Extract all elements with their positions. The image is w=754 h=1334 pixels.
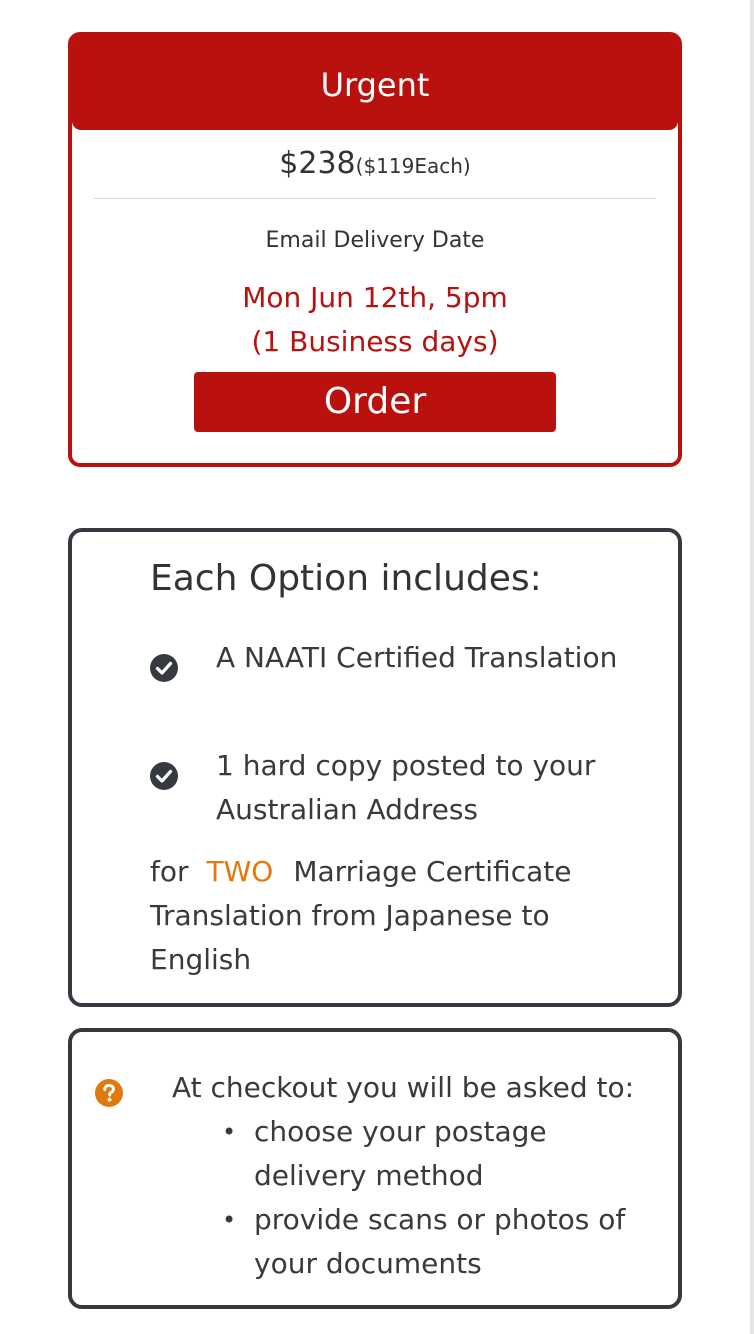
for-prefix: for — [150, 855, 189, 888]
delivery-label: Email Delivery Date — [265, 228, 485, 253]
includes-title: Each Option includes: — [150, 558, 542, 599]
include-item-text: 1 hard copy posted to your Australian Ad… — [216, 749, 596, 826]
list-item: • provide scans or photos of your docume… — [222, 1198, 642, 1286]
business-days: (1 Business days) — [251, 325, 499, 358]
checkout-intro: At checkout you will be asked to: — [172, 1071, 635, 1104]
check-circle-icon — [150, 654, 178, 682]
scrollbar-track — [750, 0, 754, 1334]
includes-card: Each Option includes: A NAATI Certified … — [68, 528, 682, 1007]
order-button[interactable]: Order — [194, 372, 556, 432]
bullet: • — [222, 1118, 237, 1146]
checkout-info-card: At checkout you will be asked to: • choo… — [68, 1028, 682, 1309]
total-price: $238 — [279, 146, 356, 181]
list-item-text: provide scans or photos of your document… — [254, 1203, 626, 1280]
list-item-text: choose your postage delivery method — [254, 1115, 547, 1192]
delivery-date: Mon Jun 12th, 5pm — [242, 281, 508, 314]
document-count: TWO — [206, 855, 274, 888]
question-circle-icon[interactable] — [94, 1078, 124, 1108]
bullet: • — [222, 1206, 237, 1234]
divider — [94, 198, 656, 199]
card-title: Urgent — [72, 36, 678, 130]
price-row: $238($119Each) — [72, 146, 678, 181]
document-description: for TWO Marriage Certificate Translation f… — [150, 850, 620, 982]
include-item-text: A NAATI Certified Translation — [216, 641, 618, 674]
check-circle-icon — [150, 762, 178, 790]
price-each: ($119Each) — [355, 154, 471, 178]
checkout-steps: • choose your postage delivery method • … — [222, 1110, 642, 1286]
delivery-date-block: Mon Jun 12th, 5pm (1 Business days) — [72, 276, 678, 364]
list-item: • choose your postage delivery method — [222, 1110, 642, 1198]
urgent-price-card: Urgent $238($119Each) Email Delivery Dat… — [68, 32, 682, 467]
